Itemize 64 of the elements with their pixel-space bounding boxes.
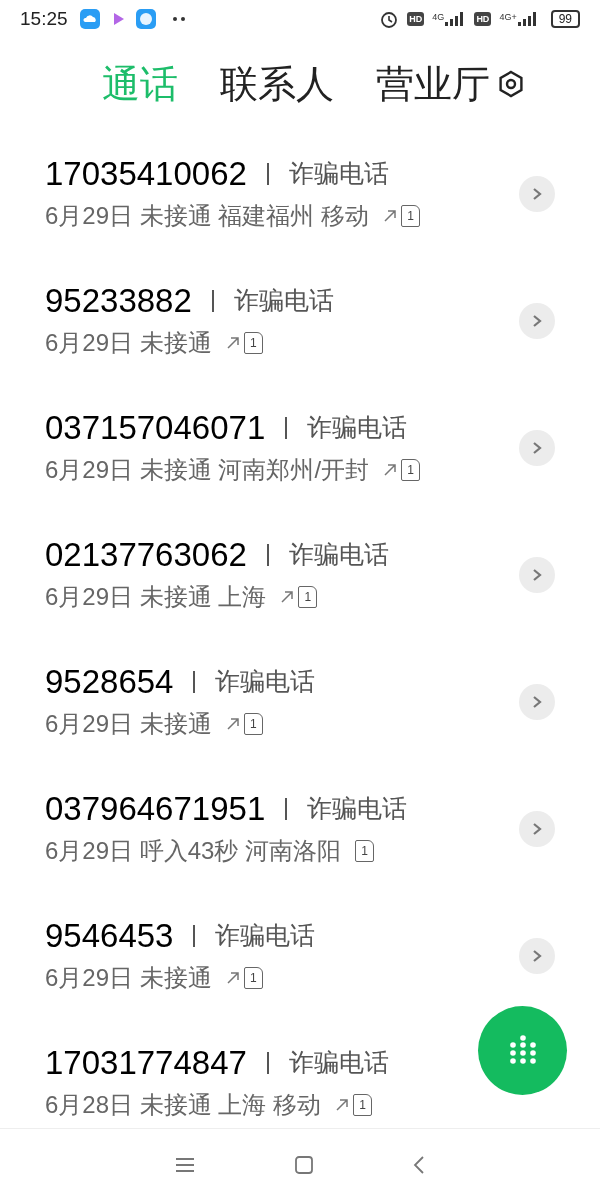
tab[interactable]: 营业厅 — [376, 55, 490, 113]
call-log-item[interactable]: 9528654 诈骗电话 6月29日 未接通 1 — [0, 638, 600, 765]
sim-card-badge: 1 — [401, 204, 421, 227]
call-tag: 诈骗电话 — [288, 535, 389, 574]
call-tag: 诈骗电话 — [307, 789, 408, 828]
hd-badge: HD — [474, 12, 492, 26]
back-icon[interactable] — [413, 1154, 425, 1175]
battery-indicator: 99 — [550, 10, 580, 28]
menu-icon[interactable] — [175, 1156, 195, 1173]
phone-number: 037964671951 — [45, 788, 266, 829]
chevron-right-icon[interactable] — [519, 810, 555, 847]
home-icon[interactable] — [295, 1155, 313, 1174]
call-detail: 6月29日 未接通 — [45, 962, 212, 993]
call-log-item[interactable]: 037964671951 诈骗电话 6月29日 呼入43秒 河南洛阳 1 — [0, 765, 600, 892]
call-tag: 诈骗电话 — [288, 1043, 389, 1082]
call-detail: 6月29日 未接通 河南郑州/开封 — [45, 454, 370, 485]
call-log-item[interactable]: 17035410062 诈骗电话 6月29日 未接通 福建福州 移动 1 — [0, 130, 600, 257]
network-type: 4G+ — [499, 12, 517, 22]
phone-number: 17035410062 — [45, 153, 247, 194]
cloud-app-icon — [79, 9, 100, 29]
phone-number: 17031774847 — [45, 1042, 247, 1083]
clock-time: 15:25 — [20, 6, 68, 31]
sim-card-badge: 1 — [401, 458, 421, 481]
call-detail: 6月29日 未接通 上海 — [45, 581, 267, 612]
chevron-right-icon[interactable] — [519, 175, 555, 212]
chevron-right-icon[interactable] — [519, 302, 555, 339]
tab[interactable]: 联系人 — [220, 55, 334, 113]
call-tag: 诈骗电话 — [233, 281, 334, 320]
phone-number: 95233882 — [45, 280, 192, 321]
phone-number: 02137763062 — [45, 534, 247, 575]
call-detail: 6月29日 呼入43秒 河南洛阳 — [45, 835, 342, 866]
hd-badge: HD — [407, 12, 425, 26]
call-tag: 诈骗电话 — [307, 408, 408, 447]
signal-icon — [516, 12, 539, 26]
phone-number: 9528654 — [45, 661, 174, 702]
call-tag: 诈骗电话 — [215, 662, 316, 701]
sim-card-badge: 1 — [243, 331, 263, 354]
call-log-item[interactable]: 9546453 诈骗电话 6月29日 未接通 1 — [0, 892, 600, 1019]
phone-number: 037157046071 — [45, 407, 266, 448]
alarm-icon — [379, 9, 400, 29]
chevron-right-icon[interactable] — [519, 429, 555, 466]
dialpad-icon — [508, 1034, 537, 1067]
more-notifications-icon — [171, 16, 186, 22]
sim-card-badge: 1 — [243, 712, 263, 735]
call-tag: 诈骗电话 — [215, 916, 316, 955]
call-tag: 诈骗电话 — [288, 154, 389, 193]
network-type: 4G — [432, 12, 445, 22]
phone-number: 9546453 — [45, 915, 174, 956]
sim-card-badge: 1 — [243, 966, 263, 989]
call-log-item[interactable]: 95233882 诈骗电话 6月29日 未接通 1 — [0, 257, 600, 384]
call-log-item[interactable]: 037157046071 诈骗电话 6月29日 未接通 河南郑州/开封 1 — [0, 384, 600, 511]
sim-card-badge: 1 — [298, 585, 318, 608]
chevron-right-icon[interactable] — [519, 683, 555, 720]
call-log-item[interactable]: 17031774847 诈骗电话 6月28日 未接通 上海 移动 1 — [0, 1019, 600, 1128]
call-detail: 6月28日 未接通 上海 移动 — [45, 1089, 322, 1120]
app-icon — [135, 9, 156, 29]
call-detail: 6月29日 未接通 — [45, 327, 212, 358]
chevron-right-icon[interactable] — [519, 556, 555, 593]
sim-card-badge: 1 — [355, 839, 375, 862]
chevron-right-icon[interactable] — [519, 937, 555, 974]
sim-card-badge: 1 — [353, 1093, 373, 1116]
call-detail: 6月29日 未接通 福建福州 移动 — [45, 200, 370, 231]
call-log-item[interactable]: 02137763062 诈骗电话 6月29日 未接通 上海 1 — [0, 511, 600, 638]
call-detail: 6月29日 未接通 — [45, 708, 212, 739]
